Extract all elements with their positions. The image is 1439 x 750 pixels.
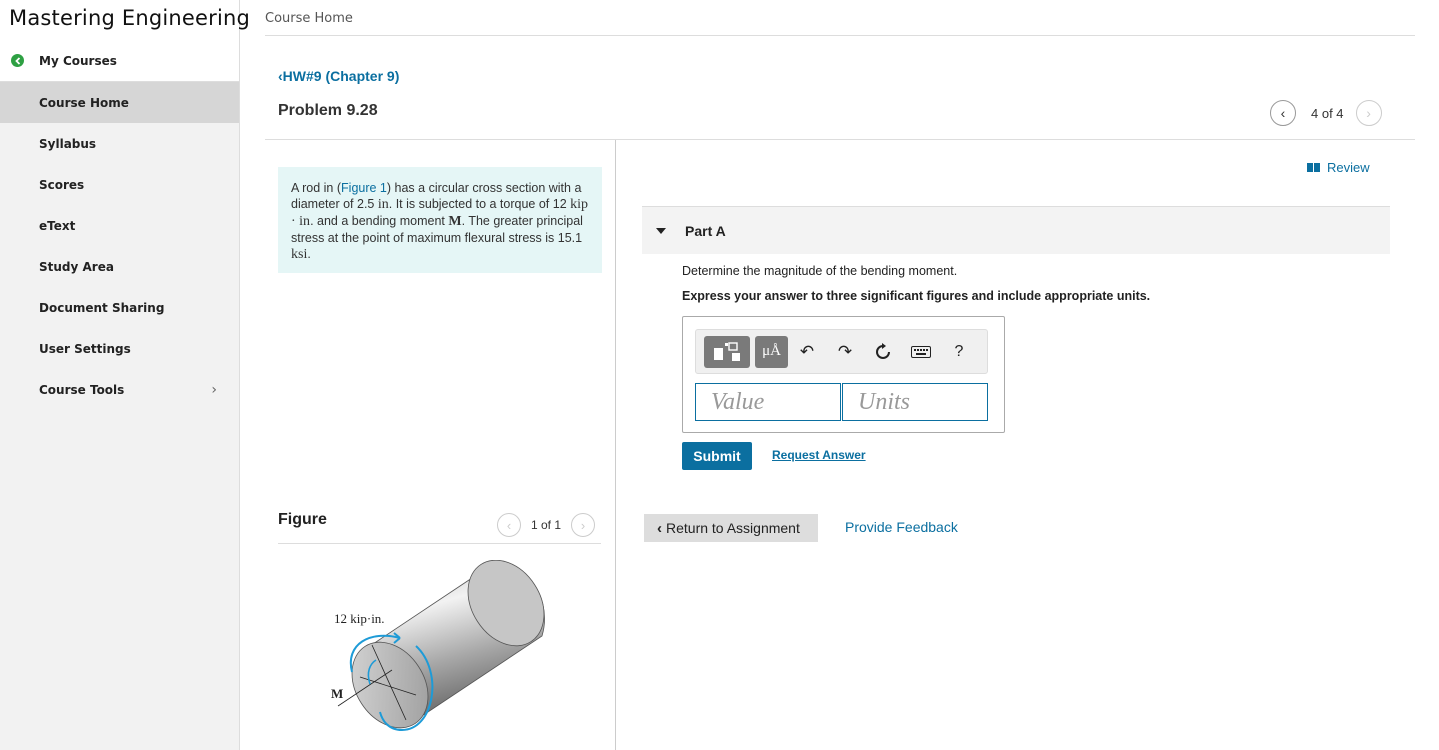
instruction-text: Express your answer to three significant…	[682, 289, 1151, 303]
moment-label: M	[331, 686, 343, 701]
sidebar-item-course-tools[interactable]: Course Tools ›	[0, 369, 239, 410]
previous-problem-button[interactable]: ‹	[1270, 100, 1296, 126]
breadcrumb-link[interactable]: ‹HW#9 (Chapter 9)	[278, 68, 399, 84]
statement-text: . It is subjected to a torque of 12	[388, 197, 567, 211]
review-label: Review	[1327, 160, 1370, 175]
review-link[interactable]: Review	[1307, 160, 1370, 175]
my-courses-label: My Courses	[39, 53, 117, 68]
question-text: Determine the magnitude of the bending m…	[682, 264, 958, 278]
statement-text: A rod in (	[291, 181, 342, 195]
sidebar-item-label: User Settings	[39, 341, 131, 356]
sidebar-item-scores[interactable]: Scores	[0, 164, 239, 205]
submit-button[interactable]: Submit	[682, 442, 752, 470]
return-to-assignment-button[interactable]: ‹ Return to Assignment	[644, 514, 818, 542]
keyboard-icon[interactable]	[902, 336, 940, 368]
sidebar-item-label: eText	[39, 218, 76, 233]
statement-text: . and a bending moment	[310, 214, 445, 228]
figure-pager-label: 1 of 1	[531, 518, 562, 532]
sidebar-item-syllabus[interactable]: Syllabus	[0, 123, 239, 164]
problem-pager: ‹ 4 of 4 ›	[1270, 100, 1382, 126]
problem-statement: A rod in (Figure 1) has a circular cross…	[278, 167, 602, 273]
next-figure-button[interactable]: ›	[571, 513, 596, 537]
figure-link[interactable]: Figure 1	[341, 181, 387, 195]
math-unit: ksi	[291, 247, 308, 262]
units-input[interactable]: Units	[842, 383, 988, 421]
sidebar-item-study-area[interactable]: Study Area	[0, 246, 239, 287]
problem-pager-label: 4 of 4	[1311, 105, 1344, 121]
value-input[interactable]: Value	[695, 383, 841, 421]
problem-title: Problem 9.28	[278, 102, 378, 119]
divider	[278, 543, 601, 544]
undo-icon[interactable]: ↶	[788, 336, 826, 368]
statement-text: .	[307, 247, 311, 261]
sidebar-item-document-sharing[interactable]: Document Sharing	[0, 287, 239, 328]
math-toolbar: μÅ ↶ ↷ ?	[695, 329, 988, 374]
provide-feedback-link[interactable]: Provide Feedback	[845, 519, 958, 535]
torque-label: 12 kip·in.	[334, 611, 385, 626]
sidebar-item-course-home[interactable]: Course Home	[0, 82, 239, 123]
sidebar-item-label: Course Tools	[39, 382, 125, 397]
request-answer-link[interactable]: Request Answer	[772, 448, 866, 462]
brand-logo: Mastering Engineering	[0, 0, 250, 40]
rod-figure: 12 kip·in. M	[331, 560, 545, 732]
help-button[interactable]: ?	[940, 336, 978, 368]
redo-icon[interactable]: ↷	[826, 336, 864, 368]
units-button[interactable]: μÅ	[755, 335, 788, 368]
previous-figure-button[interactable]: ‹	[497, 513, 521, 537]
chevron-left-icon: ‹	[657, 519, 662, 537]
my-courses-link[interactable]: My Courses	[0, 40, 239, 82]
breadcrumb-label: HW#9 (Chapter 9)	[282, 68, 400, 84]
figure-title: Figure	[278, 511, 327, 528]
sidebar-item-user-settings[interactable]: User Settings	[0, 328, 239, 369]
sidebar-item-label: Document Sharing	[39, 300, 165, 315]
back-arrow-icon	[11, 54, 24, 67]
math-symbol: M	[448, 214, 462, 229]
sidebar-item-etext[interactable]: eText	[0, 205, 239, 246]
next-problem-button[interactable]: ›	[1355, 100, 1382, 126]
reset-icon[interactable]	[864, 336, 902, 368]
page-header: Course Home	[265, 0, 1415, 36]
sidebar: Mastering Engineering My Courses Course …	[0, 0, 250, 750]
templates-icon	[714, 341, 740, 361]
caret-down-icon	[656, 227, 666, 234]
divider	[265, 139, 1415, 140]
sidebar-item-label: Study Area	[39, 259, 114, 274]
sidebar-item-label: Scores	[39, 177, 85, 192]
return-label: Return to Assignment	[666, 520, 800, 536]
part-a-header[interactable]: Part A	[642, 206, 1390, 254]
figure-pager: ‹ 1 of 1 ›	[497, 513, 596, 537]
math-unit: in	[377, 197, 389, 212]
chevron-right-icon: ›	[211, 382, 217, 398]
book-icon	[1307, 163, 1321, 172]
templates-button[interactable]	[704, 335, 750, 368]
answer-box: μÅ ↶ ↷ ? Value Units	[682, 316, 1005, 433]
column-divider	[615, 140, 616, 750]
sidebar-item-label: Syllabus	[39, 136, 97, 151]
part-a-label: Part A	[685, 222, 726, 239]
sidebar-item-label: Course Home	[39, 95, 129, 110]
